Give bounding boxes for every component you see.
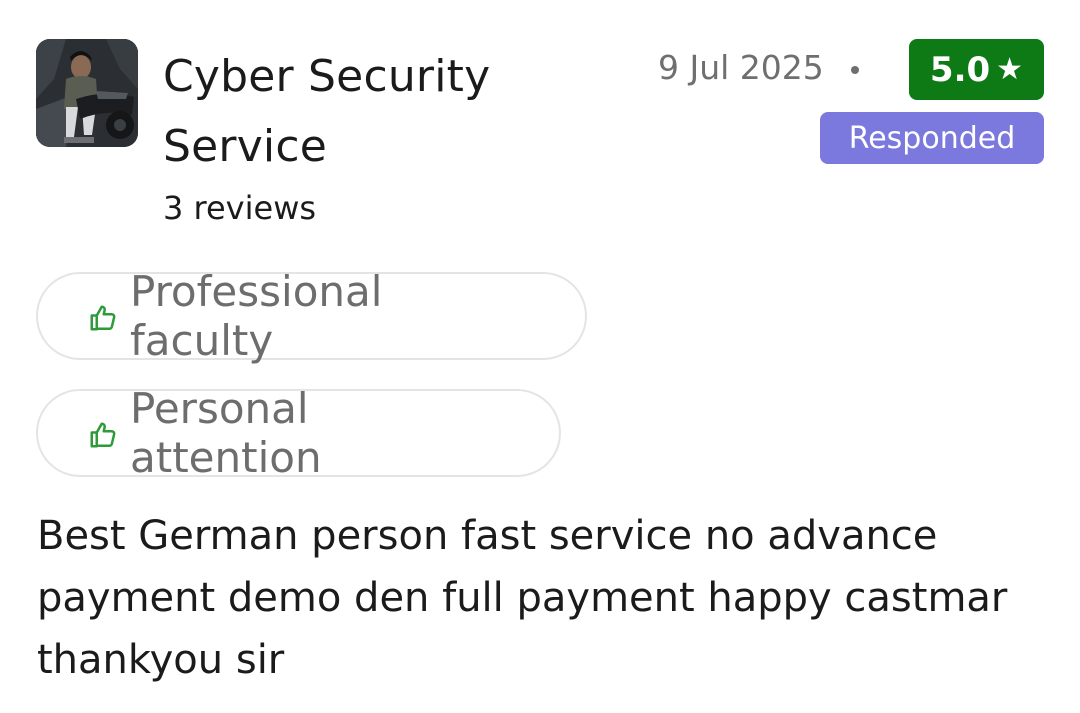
review-text: Best German person fast service no advan… bbox=[37, 513, 1008, 683]
review-tag-personal-attention: Personal attention bbox=[36, 384, 561, 482]
review-tag-label: Professional faculty bbox=[130, 267, 383, 365]
thumbs-up-icon bbox=[90, 422, 116, 448]
thumbs-up-icon bbox=[90, 305, 116, 331]
reviewer-name[interactable]: Cyber Security Service bbox=[163, 42, 583, 182]
status-badge: Responded bbox=[820, 112, 1044, 164]
review-count[interactable]: 3 reviews bbox=[163, 188, 316, 228]
avatar-photo bbox=[36, 39, 138, 147]
star-icon: ★ bbox=[996, 51, 1024, 87]
rating-badge: 5.0 ★ bbox=[909, 39, 1044, 100]
separator-dot bbox=[851, 66, 859, 74]
review-tag-professional-faculty: Professional faculty bbox=[36, 267, 587, 365]
review-tag-label: Personal attention bbox=[130, 384, 322, 482]
review-date: 9 Jul 2025 bbox=[658, 48, 824, 87]
rating-value: 5.0 bbox=[929, 49, 991, 90]
reviewer-avatar[interactable] bbox=[36, 39, 138, 147]
